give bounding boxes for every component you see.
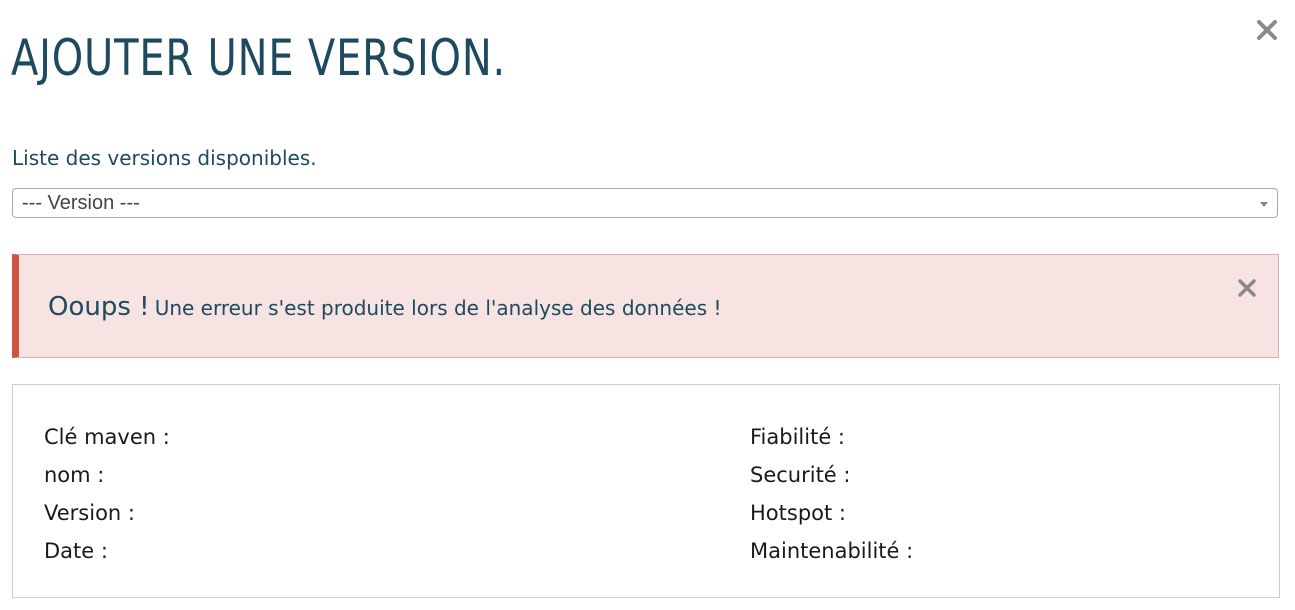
version-select[interactable]: --- Version --- — [12, 188, 1278, 218]
hotspot-label: Hotspot : — [750, 501, 846, 525]
security-label: Securité : — [750, 463, 851, 487]
caret-down-icon — [1260, 202, 1268, 207]
versions-label: Liste des versions disponibles. — [12, 146, 317, 170]
alert-message: Une erreur s'est produite lors de l'anal… — [154, 296, 722, 320]
error-alert: Ooups ! Une erreur s'est produite lors d… — [12, 254, 1279, 358]
alert-close-button[interactable] — [1234, 275, 1260, 301]
details-left-column: Clé maven : nom : Version : Date : — [44, 418, 170, 570]
reliability-label: Fiabilité : — [750, 425, 845, 449]
modal-close-button[interactable] — [1253, 16, 1281, 44]
version-select-value: --- Version --- — [22, 192, 140, 214]
maven-key-label: Clé maven : — [44, 425, 170, 449]
version-details-panel: Clé maven : nom : Version : Date : Fiabi… — [12, 384, 1280, 598]
add-version-modal: AJOUTER UNE VERSION. Liste des versions … — [0, 0, 1295, 610]
close-icon — [1238, 279, 1256, 297]
date-label: Date : — [44, 539, 108, 563]
version-label: Version : — [44, 501, 135, 525]
modal-title: AJOUTER UNE VERSION. — [11, 29, 507, 87]
details-right-column: Fiabilité : Securité : Hotspot : Mainten… — [750, 418, 913, 570]
name-label: nom : — [44, 463, 105, 487]
alert-heading: Ooups ! — [48, 292, 150, 322]
close-icon — [1257, 20, 1277, 40]
maintainability-label: Maintenabilité : — [750, 539, 914, 563]
